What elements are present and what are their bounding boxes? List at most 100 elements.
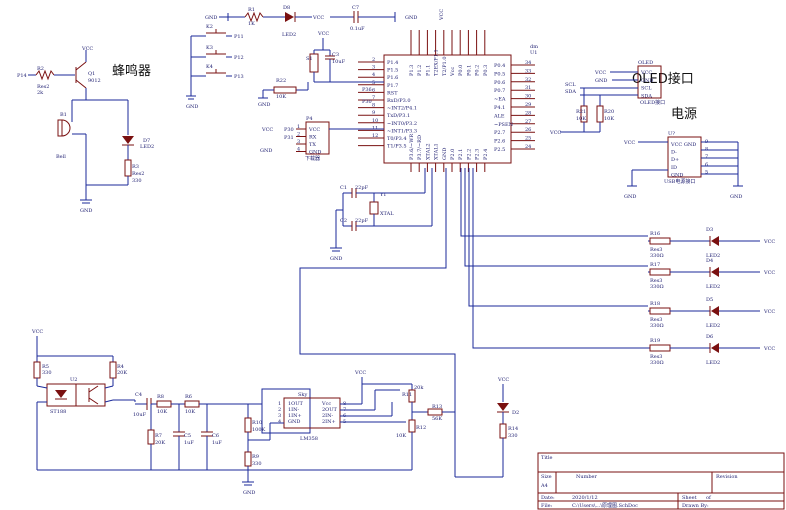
r12-value: 10K: [396, 433, 406, 439]
r1-label: R1: [248, 7, 255, 13]
led-resistor-value: 330Ω: [650, 360, 664, 366]
mcu-left-pin-num: 8: [372, 103, 375, 109]
mcu-left-pin-num: 6: [372, 87, 375, 93]
tb-of-label: of: [706, 495, 712, 501]
tb-title-label: Title: [541, 455, 553, 461]
p4-pin-num: 4: [297, 147, 300, 153]
c1-label: C1: [340, 185, 347, 191]
led-resistor-value: 330Ω: [650, 323, 664, 329]
usb-pin-num: 7: [705, 154, 708, 160]
mcu-bottom-pin: P2.1: [458, 149, 464, 160]
p4-p30: P30: [284, 127, 294, 133]
vcc-opamp: VCC: [354, 370, 366, 376]
mcu-left-pin: P1.6: [387, 75, 398, 81]
r9-value: 330: [252, 461, 262, 467]
c6-label: C6: [212, 433, 219, 439]
heading-power: 电源: [671, 107, 697, 122]
mcu-left-pin: T0/P3.4: [387, 136, 407, 142]
mcu-bottom-pin: XTAL2: [425, 143, 431, 160]
oled-pin: SCL: [641, 86, 652, 92]
mcu-left-pin: TxD/P3.1: [387, 113, 410, 119]
tb-drawnby-label: Drawn By:: [682, 503, 709, 509]
vcc-usb: VCC: [623, 140, 635, 146]
vcc-oled: VCC: [594, 70, 606, 76]
mcu-right-pin: ~PSEN: [494, 122, 514, 128]
mcu-left-pin: P1.4: [387, 60, 398, 66]
lm-value: LM358: [300, 436, 318, 442]
r21-label: R21: [576, 109, 586, 115]
mcu-right-pin-num: 32: [525, 77, 531, 83]
mcu-left-pin-num: 12: [372, 133, 378, 139]
r3-value: 330: [132, 178, 142, 184]
mcu-bottom-pin: P2.4: [483, 149, 489, 160]
mcu-bottom-pin: XTAL1: [434, 143, 440, 160]
mcu-right-pin-num: 28: [525, 110, 531, 116]
mcu-top-pin: T2EX/P1.1: [434, 49, 440, 76]
r12-label: R12: [416, 425, 426, 431]
tb-revision-label: Revision: [716, 474, 738, 480]
q1-value: 9012: [88, 78, 101, 84]
gnd-opamp: GND: [243, 490, 255, 496]
mcu-top-pin: T2/P1.0: [442, 56, 448, 76]
r13-label: R13: [432, 404, 442, 410]
oled-pin: SDA: [641, 93, 652, 99]
led-value: LED2: [706, 323, 720, 329]
led-resistor-label: R17: [650, 262, 660, 268]
mcu-top-pin: P0.2: [475, 65, 481, 76]
mcu-top-pin: P0.1: [466, 65, 472, 76]
vcc-d2: VCC: [497, 377, 509, 383]
usb-pin: VCC GND: [670, 142, 696, 148]
mcu-bottom-pin: P2.3: [475, 149, 481, 160]
r8-label: R8: [157, 394, 164, 400]
p4-label: P4: [306, 116, 313, 122]
led-row: R16Res3330ΩD3LED2VCC: [648, 227, 775, 259]
oled-pin: VCC: [640, 70, 652, 76]
mcu-bottom-pin: P3.6/~WR: [409, 134, 415, 160]
usb-pin: GND: [671, 172, 683, 178]
mcu-right-pin-num: 29: [525, 102, 531, 108]
mcu-right-pin-num: 33: [525, 68, 531, 74]
r14-value: 330: [508, 433, 518, 439]
p4-pin: TX: [309, 142, 316, 148]
p4-pin-num: 3: [297, 139, 300, 145]
k4-label: K4: [206, 64, 213, 70]
usb-pin: D+: [671, 157, 679, 163]
tb-sheet-label: Sheet: [682, 495, 697, 501]
r14-label: R14: [508, 426, 518, 432]
p4-pin-num: 2: [297, 132, 300, 138]
mcu-top-pin: P0.3: [483, 65, 489, 76]
led-resistor-value: 330Ω: [650, 253, 664, 259]
gnd-keys: GND: [186, 104, 198, 110]
u2-label: U2: [70, 377, 77, 383]
led-vcc: VCC: [763, 346, 775, 352]
mcu-bottom-pin: P2.0: [450, 149, 456, 160]
tb-number-label: Number: [576, 474, 597, 480]
c5-label: C5: [184, 433, 191, 439]
led-array: R16Res3330ΩD3LED2VCCR17Res3330ΩD4LED2VCC…: [648, 227, 775, 366]
mcu-right-pin-num: 24: [525, 144, 531, 150]
led-row: R17Res3330ΩD4LED2VCC: [648, 258, 775, 290]
opamp-lm358: Sky LM358 1OUT11IN-21IN+3GND4Vcc 82OUT 72I…: [242, 370, 455, 496]
c5-value: 1uF: [184, 440, 194, 446]
mcu-left-pin-num: 7: [372, 95, 375, 101]
mcu-left-pin: RST: [387, 90, 398, 96]
tb-size-label: Size: [541, 474, 552, 480]
oled-pin: GND: [641, 78, 653, 84]
p4-pin-num: 1: [297, 124, 300, 130]
mcu-right-pin: ALE: [493, 113, 505, 119]
mcu-left-pin-num: 5: [372, 80, 375, 86]
indicator-d2: VCC D2 R14 330: [455, 377, 519, 478]
tb-file-label: File:: [541, 503, 553, 509]
p4-pin: VCC: [308, 127, 320, 133]
c3-label: C3: [332, 52, 339, 58]
oled-header: OLED OLED接口 VCCGNDSCLSDA VCC GND SCL SDA…: [549, 60, 665, 136]
vcc-p4: VCC: [261, 127, 273, 133]
mcu-right-pin: P2.5: [494, 147, 505, 153]
d2-label: D2: [512, 410, 519, 416]
usb-pin: D-: [671, 150, 677, 156]
r20-value: 10K: [604, 116, 614, 122]
c3-value: 10uF: [332, 59, 346, 65]
gnd-c7: GND: [405, 15, 417, 21]
r7-value: 20K: [155, 440, 165, 446]
mcu-right-pin: P4.1: [494, 105, 505, 111]
